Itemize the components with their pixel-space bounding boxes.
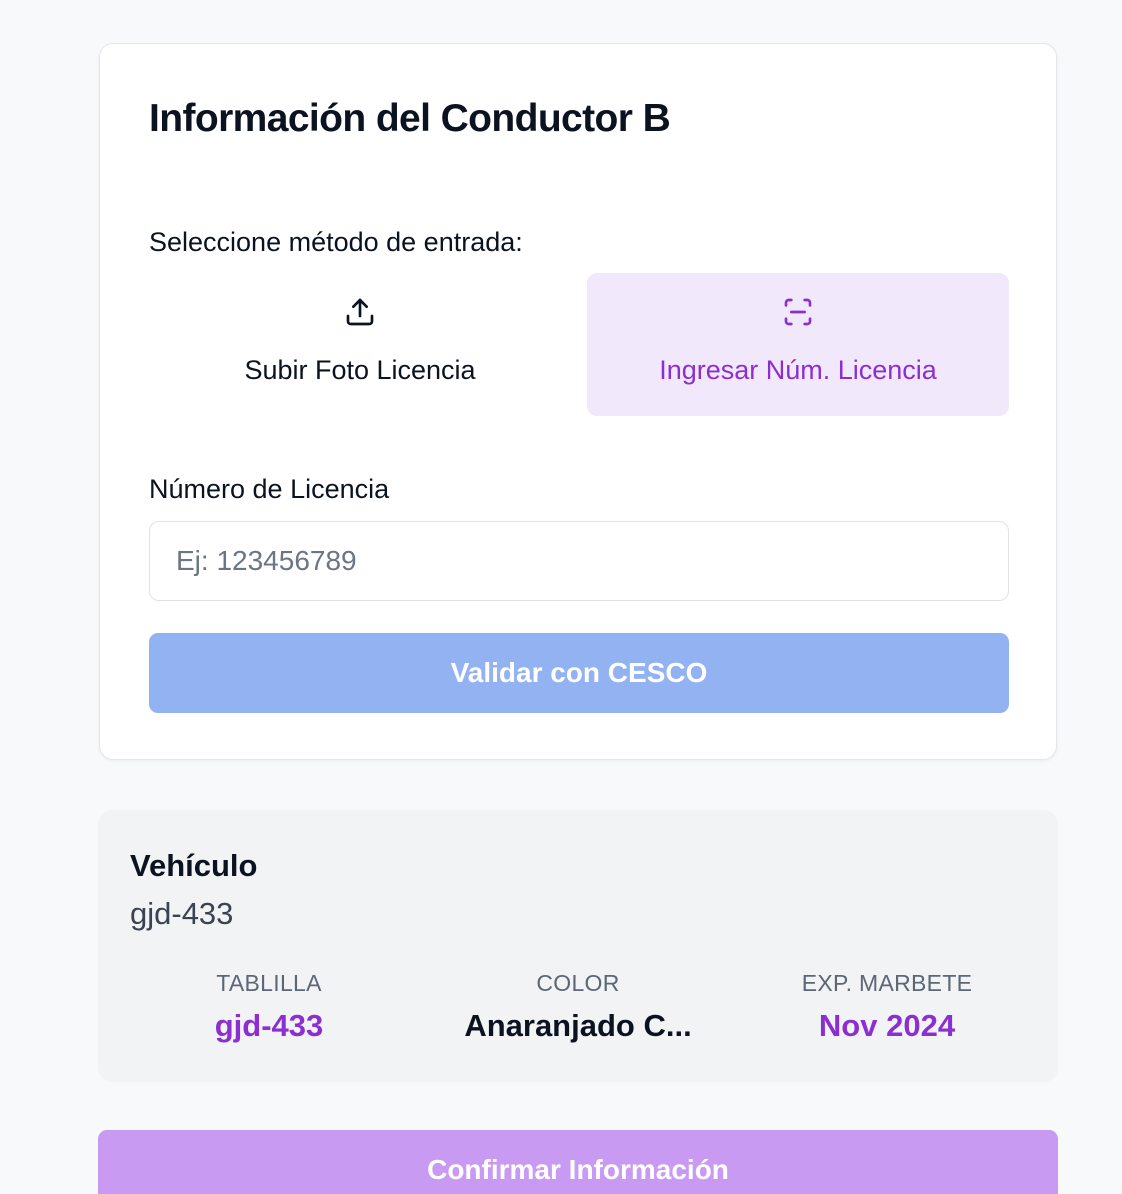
license-number-input[interactable] — [149, 521, 1009, 601]
confirm-button-label: Confirmar Información — [427, 1154, 729, 1185]
stat-tablilla: TABLILLA gjd-433 — [114, 970, 424, 1044]
upload-icon — [346, 298, 374, 326]
card-title: Información del Conductor B — [149, 97, 671, 140]
license-number-label: Número de Licencia — [149, 474, 390, 504]
driver-info-card: Información del Conductor B Seleccione m… — [99, 43, 1057, 760]
page: Información del Conductor B Seleccione m… — [0, 0, 1122, 1194]
validate-cesco-button[interactable]: Validar con CESCO — [149, 633, 1009, 713]
stat-label: EXP. MARBETE — [801, 970, 973, 996]
vehicle-summary: Vehículo gjd-433 TABLILLA gjd-433 COLOR … — [98, 810, 1058, 1082]
enter-license-number-option[interactable]: Ingresar Núm. Licencia — [587, 273, 1009, 416]
stat-label: TABLILLA — [216, 970, 322, 996]
stat-exp-marbete: EXP. MARBETE Nov 2024 — [732, 970, 1042, 1044]
stat-value: gjd-433 — [214, 1008, 324, 1043]
vehicle-plate: gjd-433 — [130, 896, 234, 931]
upload-photo-option[interactable]: Subir Foto Licencia — [149, 273, 571, 416]
stat-label: COLOR — [536, 970, 620, 996]
stat-value: Anaranjado C... — [464, 1008, 692, 1043]
input-method-label: Seleccione método de entrada: — [149, 227, 523, 257]
vehicle-title: Vehículo — [130, 848, 258, 883]
enter-license-number-label: Ingresar Núm. Licencia — [659, 355, 937, 385]
confirm-information-button[interactable]: Confirmar Información — [98, 1130, 1058, 1194]
stat-value: Nov 2024 — [818, 1008, 956, 1043]
scan-icon — [784, 298, 812, 326]
stat-color: COLOR Anaranjado C... — [423, 970, 733, 1044]
upload-photo-label: Subir Foto Licencia — [244, 355, 476, 385]
